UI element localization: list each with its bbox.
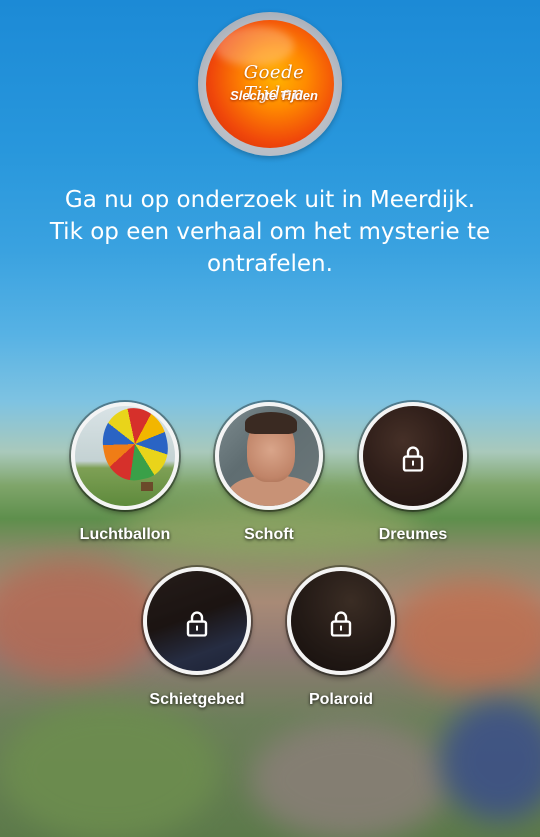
gtst-logo: Goede Tijden Slechte Tijden <box>198 12 342 156</box>
hot-air-balloon-image <box>96 406 174 486</box>
story-label: Polaroid <box>308 691 373 708</box>
lock-icon <box>402 446 424 472</box>
logo-disc: Goede Tijden Slechte Tijden <box>206 20 334 148</box>
story-label: Luchtballon <box>79 526 171 543</box>
story-label: Schoft <box>244 526 294 543</box>
intro-line-2: Tik op een verhaal om het mysterie te <box>49 219 491 245</box>
story-thumbnail[interactable] <box>359 402 467 510</box>
intro-line-1: Ga nu op onderzoek uit in Meerdijk. <box>64 187 476 213</box>
story-thumbnail[interactable] <box>287 567 395 675</box>
story-schoft[interactable]: Schoft <box>194 402 344 544</box>
story-dreumes[interactable]: Dreumes <box>338 402 488 544</box>
story-polaroid[interactable]: Polaroid <box>266 567 416 709</box>
background-town-blob <box>0 700 220 837</box>
background-town-blob <box>250 720 450 837</box>
app-screen: Goede Tijden Slechte Tijden Ga nu op ond… <box>0 0 540 837</box>
story-thumbnail[interactable] <box>71 402 179 510</box>
logo-title-line2: Slechte Tijden <box>230 88 318 103</box>
lock-icon <box>330 611 352 637</box>
man-hair-image <box>245 412 297 434</box>
story-thumbnail[interactable] <box>215 402 323 510</box>
background-town-blob <box>440 700 540 820</box>
story-label: Schietgebed <box>149 691 245 708</box>
balloon-basket <box>141 482 153 491</box>
lock-icon <box>186 611 208 637</box>
story-schietgebed[interactable]: Schietgebed <box>122 567 272 709</box>
intro-line-3: ontrafelen. <box>207 251 333 277</box>
story-label: Dreumes <box>378 526 448 543</box>
story-thumbnail[interactable] <box>143 567 251 675</box>
intro-text: Ga nu op onderzoek uit in Meerdijk. Tik … <box>30 184 510 280</box>
story-luchtballon[interactable]: Luchtballon <box>50 402 200 544</box>
